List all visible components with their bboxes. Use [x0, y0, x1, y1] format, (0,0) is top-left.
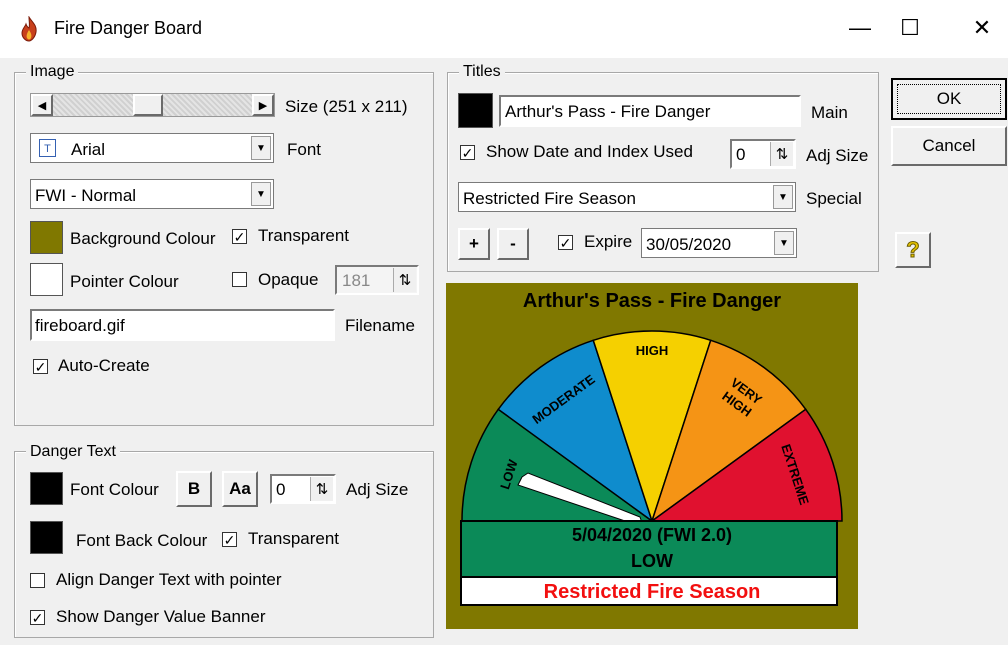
transparent-label: Transparent [258, 226, 350, 245]
expire-date-picker[interactable]: 30/05/2020 ▼ [641, 228, 797, 258]
image-group-legend: Image [26, 63, 79, 81]
scroll-right-arrow[interactable]: ▶ [252, 94, 274, 116]
fire-app-icon [18, 15, 40, 47]
opaque-value: 181 [342, 271, 371, 290]
help-icon: ? [906, 237, 920, 263]
special-banner-text: Restricted Fire Season [544, 581, 761, 603]
title-adj-size-label: Adj Size [806, 146, 869, 165]
close-button[interactable]: ✕ [962, 8, 1002, 48]
align-danger-text-label: Align Danger Text with pointer [56, 570, 282, 589]
filename-input[interactable]: fireboard.gif [30, 309, 335, 341]
cancel-button[interactable]: Cancel [891, 126, 1007, 166]
danger-adj-size-label: Adj Size [346, 480, 409, 499]
danger-adj-size-spinner[interactable]: 0 ⇅ [270, 474, 336, 504]
ok-button[interactable]: OK [891, 78, 1007, 120]
case-button[interactable]: Aa [222, 471, 258, 507]
expire-label: Expire [584, 232, 633, 251]
font-value: Arial [71, 140, 106, 159]
title-colour-swatch[interactable] [458, 93, 493, 128]
scroll-thumb[interactable] [133, 94, 164, 116]
danger-transparent-checkbox[interactable]: ✓ [222, 532, 237, 547]
show-date-checkbox[interactable]: ✓ [460, 145, 475, 160]
size-label: Size (251 x 211) [285, 97, 408, 116]
transparent-checkbox[interactable]: ✓ [232, 229, 247, 244]
maximize-button[interactable]: ☐ [890, 8, 930, 48]
title-adj-value: 0 [736, 145, 746, 164]
font-type-icon: T [39, 139, 56, 157]
pointer-colour-label: Pointer Colour [70, 272, 179, 291]
remove-special-button[interactable]: - [497, 228, 529, 260]
minimize-button[interactable]: — [840, 8, 880, 48]
filename-value: fireboard.gif [35, 316, 125, 335]
font-colour-label: Font Colour [70, 480, 159, 499]
titles-group-legend: Titles [459, 63, 505, 81]
background-colour-swatch[interactable] [30, 221, 63, 254]
scroll-left-arrow[interactable]: ◀ [31, 94, 53, 116]
danger-level-text: LOW [631, 551, 673, 571]
add-special-button[interactable]: + [458, 228, 490, 260]
font-colour-swatch[interactable] [30, 472, 63, 505]
spinner-arrows-icon[interactable]: ⇅ [310, 477, 333, 501]
title-bar: Fire Danger Board — ☐ ✕ [0, 0, 1008, 58]
show-danger-banner-checkbox[interactable]: ✓ [30, 610, 45, 625]
main-title-value: Arthur's Pass - Fire Danger [505, 102, 711, 121]
help-button[interactable]: ? [895, 232, 931, 268]
spinner-arrows-icon[interactable]: ⇅ [393, 268, 416, 292]
font-back-colour-label: Font Back Colour [76, 531, 208, 550]
expire-checkbox[interactable]: ✓ [558, 235, 573, 250]
board-title: Arthur's Pass - Fire Danger [523, 290, 781, 312]
fire-danger-board: Arthur's Pass - Fire Danger LOWMODERATEH… [446, 283, 858, 629]
size-scrollbar[interactable]: ◀ ▶ [30, 93, 275, 117]
font-label: Font [287, 140, 322, 159]
danger-adj-value: 0 [276, 480, 286, 499]
danger-date-index: 5/04/2020 (FWI 2.0) [572, 525, 732, 545]
special-label: Special [806, 189, 862, 208]
background-colour-label: Background Colour [70, 229, 216, 248]
spinner-arrows-icon[interactable]: ⇅ [770, 142, 793, 166]
pointer-colour-swatch[interactable] [30, 263, 63, 296]
scheme-value: FWI - Normal [35, 186, 137, 205]
align-danger-text-checkbox[interactable] [30, 573, 45, 588]
expire-date-value: 30/05/2020 [646, 235, 732, 254]
chevron-down-icon[interactable]: ▼ [251, 182, 271, 206]
bold-button[interactable]: B [176, 471, 212, 507]
auto-create-label: Auto-Create [58, 356, 150, 375]
auto-create-checkbox[interactable]: ✓ [33, 359, 48, 374]
chevron-down-icon[interactable]: ▼ [251, 136, 271, 160]
danger-transparent-label: Transparent [248, 529, 340, 548]
filename-label: Filename [345, 316, 415, 335]
danger-text-group-legend: Danger Text [26, 443, 120, 461]
opaque-checkbox[interactable] [232, 272, 247, 287]
font-back-colour-swatch[interactable] [30, 521, 63, 554]
main-label: Main [811, 103, 848, 122]
show-date-label: Show Date and Index Used [486, 142, 693, 161]
main-title-input[interactable]: Arthur's Pass - Fire Danger [499, 95, 801, 127]
special-value: Restricted Fire Season [463, 189, 636, 208]
title-adj-size-spinner[interactable]: 0 ⇅ [730, 139, 796, 169]
chevron-down-icon[interactable]: ▼ [773, 185, 793, 209]
show-danger-banner-label: Show Danger Value Banner [56, 607, 266, 626]
dial-label-high: HIGH [636, 343, 669, 358]
special-dropdown[interactable]: Restricted Fire Season ▼ [458, 182, 796, 212]
font-dropdown[interactable]: T Arial ▼ [30, 133, 274, 163]
opaque-label: Opaque [258, 270, 319, 289]
window-title: Fire Danger Board [54, 18, 203, 38]
ok-label: OK [897, 84, 1001, 114]
chevron-down-icon[interactable]: ▼ [774, 231, 794, 255]
scheme-dropdown[interactable]: FWI - Normal ▼ [30, 179, 274, 209]
opaque-spinner[interactable]: 181 ⇅ [335, 265, 419, 295]
